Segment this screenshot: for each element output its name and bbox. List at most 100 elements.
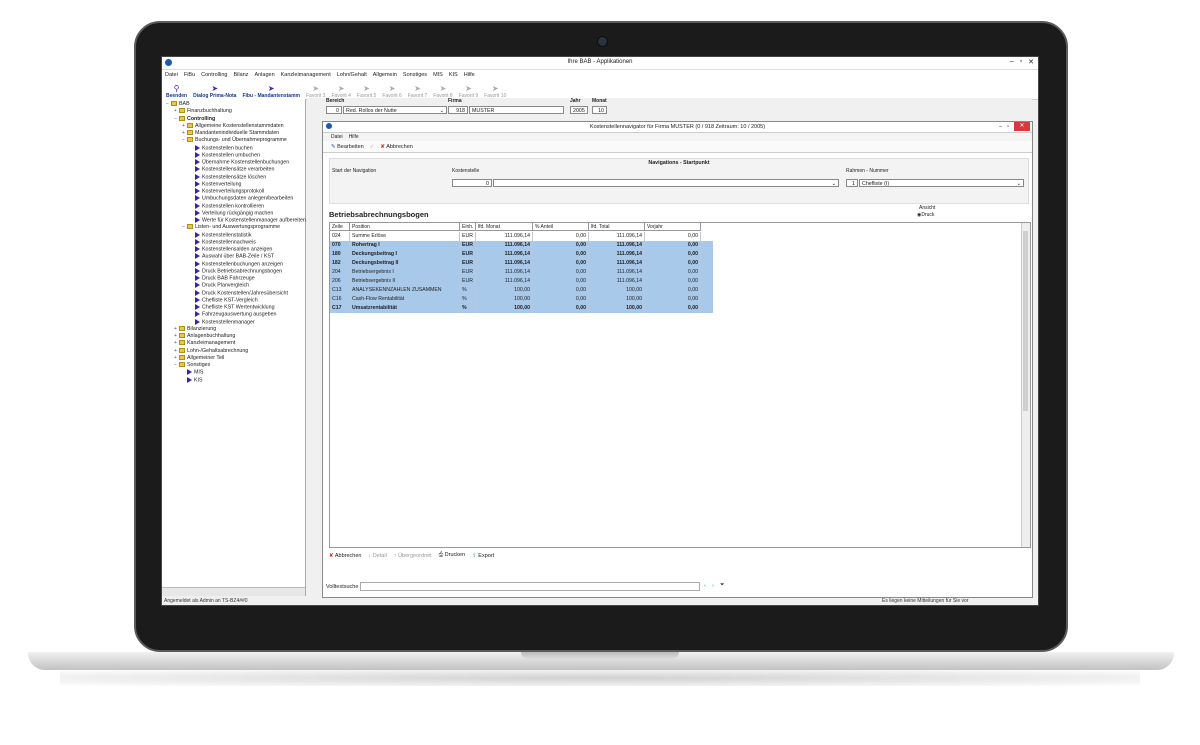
bereich-select[interactable]: Red. Rollos der Nutte ⌄ <box>343 106 447 114</box>
tree-item[interactable]: Kostenstellensätze verarbeiten <box>190 166 274 173</box>
rahmen-select[interactable]: Chefliste (I) ⌄ <box>859 179 1024 187</box>
toolbar-button[interactable]: ➤ Favorit 3 <box>304 80 327 100</box>
menu-item[interactable]: FiBu <box>184 72 195 78</box>
toolbar-button[interactable]: ➤ Favorit 6 <box>380 80 403 100</box>
print-button[interactable]: ⎙ Drucken <box>439 552 465 559</box>
search-input[interactable] <box>360 582 700 591</box>
search-prev-icon[interactable]: ‹ <box>704 583 706 589</box>
menu-item[interactable]: Lohn/Gehalt <box>337 72 367 78</box>
edit-button[interactable]: ✎ Bearbeiten <box>331 144 364 150</box>
table-row[interactable]: 204 Betriebsergebnis I EUR 111.096,14 0,00 11… <box>330 268 713 277</box>
grid-column-header[interactable]: lfd. Monat <box>476 223 533 231</box>
tree-item[interactable]: Kostenstellennachweis <box>190 238 256 246</box>
tree-item[interactable]: Kostenstellen umbuchen <box>190 151 260 159</box>
tree-item[interactable]: Übernahme Kostenstellenbuchungen <box>190 159 289 166</box>
tree-item[interactable]: Chefliste KST-Vergleich <box>190 296 258 304</box>
tree-item[interactable]: Verteilung rückgängig machen <box>190 209 273 217</box>
tree-item[interactable]: Kostenstellensalden anzeigen <box>190 246 272 253</box>
menu-item[interactable]: Datei <box>165 72 178 78</box>
menu-item[interactable]: Sonstiges <box>403 72 427 78</box>
toolbar-button[interactable]: ➤ Dialog Prima-Nota <box>191 80 238 100</box>
export-button[interactable]: ⇪ Export <box>472 553 494 559</box>
tree-item[interactable]: Kostenstellen kontrollieren <box>190 202 264 210</box>
maximize-icon[interactable]: ▫ <box>1020 58 1022 66</box>
tree-item[interactable]: Chefliste KST Wertentwicklung <box>190 304 275 311</box>
table-row[interactable]: 070 Rohertrag I EUR 111.096,14 0,00 111.096,1… <box>330 241 713 250</box>
tree-item[interactable]: KIS <box>182 376 203 384</box>
menu-item[interactable]: Controlling <box>201 72 227 78</box>
kostenstelle-select[interactable]: ⌄ <box>493 179 839 187</box>
tree-item[interactable]: + Finanzbuchhaltung <box>174 108 232 115</box>
grid-column-header[interactable]: % Anteil <box>533 223 589 231</box>
table-row[interactable]: 182 Deckungsbeitrag II EUR 111.096,14 0,00 11… <box>330 259 713 268</box>
tree-item[interactable]: − Sonstiges <box>174 362 210 369</box>
table-row[interactable]: 180 Deckungsbeitrag I EUR 111.096,14 0,00 111… <box>330 250 713 259</box>
menu-item[interactable]: Anlagen <box>254 72 274 78</box>
tree-item[interactable]: Kostenstellen buchen <box>190 144 253 152</box>
jahr-field[interactable]: 2005 <box>570 106 588 114</box>
minimize-icon[interactable]: – <box>1010 58 1014 66</box>
tree-item[interactable]: Fahrzeugauswertung ausgeben <box>190 311 277 318</box>
table-row[interactable]: 206 Betriebsergebnis II EUR 111.096,14 0,00 1… <box>330 277 713 286</box>
detail-button[interactable]: ↓ Detail <box>368 553 386 559</box>
tree-item[interactable]: + Anlagenbuchhaltung <box>174 333 235 340</box>
tree-item[interactable]: + Allgemeiner Teil <box>174 355 224 362</box>
bereich-number[interactable]: 0 <box>326 106 342 114</box>
toolbar-button[interactable]: ➤ Favorit 4 <box>329 80 352 100</box>
table-row[interactable]: C13 ANALYSEKENNZAHLEN ZUSAMMEN% 100,00 0,00… <box>330 286 713 295</box>
tree-item[interactable]: Umbuchungsdaten anlegen/bearbeiten <box>190 195 293 202</box>
tree-item[interactable]: Druck Betriebsabrechnungsbogen <box>190 267 282 275</box>
toolbar-button[interactable]: ⚲ Beenden <box>164 80 189 100</box>
tree-horizontal-scrollbar[interactable] <box>162 587 305 596</box>
tree-item[interactable]: Auswahl über BAB-Zeile / KST <box>190 253 274 260</box>
navigator-close-icon[interactable]: ✕ <box>1014 122 1030 131</box>
tree-item[interactable]: − Buchungs- und Übernahmeprogramme <box>182 137 287 144</box>
tree-item[interactable]: + Kanzleimanagement <box>174 340 235 347</box>
tree-item[interactable]: − BAB <box>166 101 190 108</box>
ansicht-druck-radio[interactable]: ◉Druck <box>917 212 934 218</box>
tree-item[interactable]: Kostenverteilungsprotokoll <box>190 188 264 195</box>
monat-field[interactable]: 10 <box>592 106 607 114</box>
rahmen-number[interactable]: 1 <box>846 179 858 187</box>
toolbar-button[interactable]: ➤ Favorit 10 <box>482 80 508 100</box>
grid-column-header[interactable]: Position <box>350 223 460 231</box>
tree-item[interactable]: − Listen- und Auswertungsprogramme <box>182 224 280 231</box>
toolbar-button[interactable]: ➤ Favorit 5 <box>355 80 378 100</box>
overview-button[interactable]: ↑ Übergeordnet <box>394 553 432 559</box>
table-row[interactable]: C16 Cash-Flow Rentabilität% 100,00 0,00 100,… <box>330 295 713 304</box>
bottom-cancel-button[interactable]: ✘ Abbrechen <box>329 553 361 559</box>
menu-item[interactable]: MIS <box>433 72 443 78</box>
search-next-icon[interactable]: › <box>712 583 714 589</box>
table-row[interactable]: C17 Umsatzrentabilität% 100,00 0,00 100,00 0,… <box>330 304 713 313</box>
tree-item[interactable]: Druck BAB Fahrzeuge <box>190 275 255 282</box>
toolbar-button[interactable]: ➤ Favorit 9 <box>457 80 480 100</box>
menu-item[interactable]: Kanzleimanagement <box>281 72 331 78</box>
tree-item[interactable]: − Controlling <box>174 116 215 123</box>
toolbar-button[interactable]: ➤ Fibu - Mandantenstamm <box>240 80 302 100</box>
grid-column-header[interactable]: lfd. Total <box>589 223 645 231</box>
close-icon[interactable]: ✕ <box>1028 58 1034 66</box>
tree-item[interactable]: Kostenstellenbuchungen anzeigen <box>190 260 283 268</box>
grid-column-header[interactable]: Zeile <box>330 223 350 231</box>
menu-item[interactable]: Hilfe <box>464 72 475 78</box>
tree-item[interactable]: Druck Planvergleich <box>190 282 249 289</box>
toolbar-button[interactable]: ➤ Favorit 8 <box>431 80 454 100</box>
cancel-button[interactable]: ✘ Abbrechen <box>380 144 412 150</box>
tree-item[interactable]: + Mandantenindividuelle Stammdaten <box>182 130 279 137</box>
tree-item[interactable]: Werte für Kostenstellenmanager aufbereit… <box>190 217 306 224</box>
table-row[interactable]: 024 Summe Erlöse EUR 111.096,14 0,00 111.096,… <box>330 232 713 241</box>
menu-datei[interactable]: Datei <box>331 134 343 140</box>
grid-vertical-scrollbar[interactable] <box>1021 223 1030 547</box>
tree-item[interactable]: + Allgemeine Kostenstellenstammdaten <box>182 123 284 130</box>
grid-column-header[interactable]: Vorjahr <box>645 223 701 231</box>
toolbar-button[interactable]: ➤ Favorit 7 <box>406 80 429 100</box>
tree-item[interactable]: + Lohn-/Gehaltsabrechnung <box>174 348 248 355</box>
menu-item[interactable]: Bilanz <box>233 72 248 78</box>
firma-number[interactable]: 918 <box>448 106 468 114</box>
tree-item[interactable]: + Bilanzierung <box>174 326 216 333</box>
tree-item[interactable]: Druck Kostenstellen/Jahresübersicht <box>190 289 288 297</box>
tree-item[interactable]: MIS <box>182 369 203 376</box>
kostenstelle-number[interactable]: 0 <box>452 179 492 187</box>
tree-item[interactable]: Kostenstellenmanager <box>190 318 255 326</box>
menu-item[interactable]: Allgemein <box>373 72 397 78</box>
